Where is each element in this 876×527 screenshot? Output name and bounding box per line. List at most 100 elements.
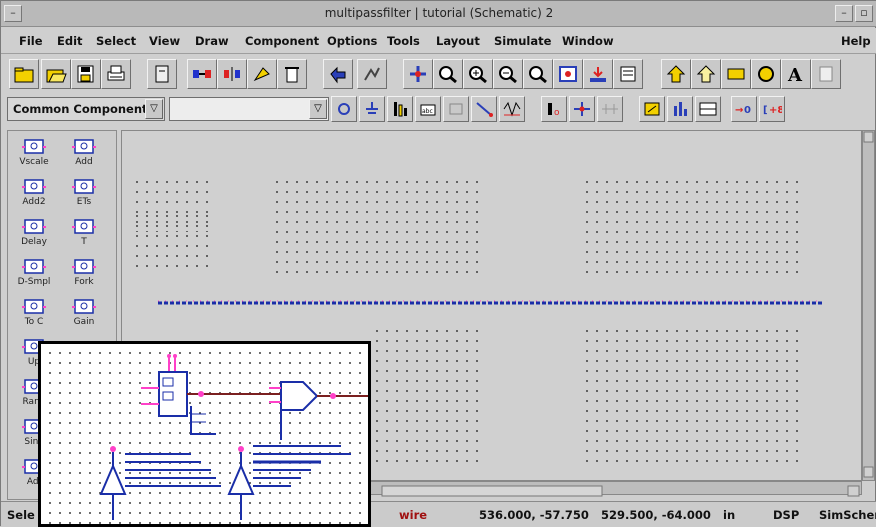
palette-item-label: Add <box>75 157 93 167</box>
inset-block-b[interactable] <box>280 381 319 411</box>
library-select[interactable]: Common Components ▽ <box>7 97 165 121</box>
svg-text:0: 0 <box>744 105 751 116</box>
vertical-scrollbar[interactable] <box>862 130 875 481</box>
inset-amp-b[interactable] <box>227 463 255 495</box>
menu-help[interactable]: Help <box>841 34 871 48</box>
palette-item-t[interactable]: T <box>62 215 106 255</box>
menu-component[interactable]: Component <box>245 34 319 48</box>
page-icon[interactable] <box>147 59 177 89</box>
waveform-icon[interactable] <box>499 96 525 122</box>
svg-text:[: [ <box>763 105 768 116</box>
palette-item-vscale[interactable]: Vscale <box>12 135 56 175</box>
library-select-value: Common Components <box>13 102 155 116</box>
properties-icon[interactable] <box>811 59 841 89</box>
zoom-out-icon[interactable] <box>493 59 523 89</box>
fork-icon <box>72 257 96 277</box>
minimize-button[interactable]: – <box>835 5 853 22</box>
table-icon[interactable] <box>695 96 721 122</box>
zoom-inset <box>38 341 371 527</box>
menu-view[interactable]: View <box>149 34 180 48</box>
status-app: SimSchem <box>819 508 876 522</box>
menu-tools[interactable]: Tools <box>387 34 420 48</box>
palette-item-gain[interactable]: Gain <box>62 295 106 335</box>
ground-icon[interactable] <box>359 96 385 122</box>
palette-item-to-c[interactable]: To C <box>12 295 56 335</box>
svg-text:+8: +8 <box>769 105 782 116</box>
mirror-v-icon[interactable] <box>217 59 247 89</box>
palette-item-add[interactable]: Add <box>62 135 106 175</box>
no-connect-icon[interactable] <box>597 96 623 122</box>
mirror-h-icon[interactable] <box>187 59 217 89</box>
menu-file[interactable]: File <box>19 34 43 48</box>
pin-icon[interactable]: [+8 <box>759 96 785 122</box>
undo-icon[interactable] <box>323 59 353 89</box>
redo-icon[interactable] <box>357 59 387 89</box>
downsample-icon <box>22 257 46 277</box>
open-folder-icon[interactable] <box>41 59 71 89</box>
inset-schematic <box>99 354 368 520</box>
palette-item-fork[interactable]: Fork <box>62 255 106 295</box>
save-icon[interactable] <box>71 59 101 89</box>
menu-window[interactable]: Window <box>562 34 614 48</box>
palette-item-ets[interactable]: ETs <box>62 175 106 215</box>
download-icon[interactable] <box>583 59 613 89</box>
rectangle-icon[interactable] <box>721 59 751 89</box>
add2-icon <box>22 177 46 197</box>
maximize-button[interactable]: ▫ <box>855 5 873 22</box>
print-icon[interactable] <box>101 59 131 89</box>
move-icon[interactable] <box>403 59 433 89</box>
bus-icon[interactable] <box>387 96 413 122</box>
zoom-page-icon[interactable] <box>553 59 583 89</box>
menu-edit[interactable]: Edit <box>57 34 83 48</box>
palette-item-label: ETs <box>76 197 92 207</box>
status-mode: wire <box>399 508 428 522</box>
circle-icon[interactable] <box>751 59 781 89</box>
palette-item-label: Gain <box>73 317 95 327</box>
library-dropdown-arrow-icon[interactable]: ▽ <box>145 99 163 119</box>
hierarchy-up-icon[interactable] <box>661 59 691 89</box>
palette-item-label: Vscale <box>19 157 49 167</box>
connect-icon[interactable]: → 0 <box>731 96 757 122</box>
schematic-window: – multipassfilter | tutorial (Schematic)… <box>0 0 876 527</box>
menu-options[interactable]: Options <box>327 34 377 48</box>
palette-item-label: Fork <box>74 277 94 287</box>
palette-item-delay[interactable]: Delay <box>12 215 56 255</box>
zoom-area-icon[interactable] <box>433 59 463 89</box>
hierarchy-down-icon[interactable] <box>691 59 721 89</box>
status-snap-coord: 529.500, -64.000 <box>601 508 711 522</box>
status-unit: in <box>723 508 736 522</box>
bar-chart-icon[interactable] <box>667 96 693 122</box>
palette-item-label: To C <box>24 317 44 327</box>
menu-simulate[interactable]: Simulate <box>494 34 551 48</box>
text-tool-icon[interactable]: A <box>781 59 811 89</box>
inset-amp-a[interactable] <box>99 463 127 495</box>
menu-layout[interactable]: Layout <box>436 34 480 48</box>
new-file-icon[interactable] <box>9 59 39 89</box>
menu-draw[interactable]: Draw <box>195 34 229 48</box>
palette-item-label: D-Smpl <box>17 277 51 287</box>
palette-item-add2[interactable]: Add2 <box>12 175 56 215</box>
rotate-icon[interactable] <box>247 59 277 89</box>
component-search-input[interactable]: ▽ <box>169 97 329 121</box>
palette-item-label: Add2 <box>22 197 46 207</box>
list-icon[interactable] <box>613 59 643 89</box>
component-dropdown-arrow-icon[interactable]: ▽ <box>309 99 327 119</box>
zoom-in-icon[interactable] <box>463 59 493 89</box>
delete-icon[interactable] <box>277 59 307 89</box>
net-label-icon[interactable]: abc <box>415 96 441 122</box>
junction-icon[interactable] <box>569 96 595 122</box>
palette-item-d-smpl[interactable]: D-Smpl <box>12 255 56 295</box>
gain-icon <box>72 297 96 317</box>
menu-select[interactable]: Select <box>96 34 136 48</box>
title-bar[interactable]: – multipassfilter | tutorial (Schematic)… <box>1 1 876 27</box>
status-domain: DSP <box>773 508 800 522</box>
zoom-fit-icon[interactable] <box>523 59 553 89</box>
add-icon <box>72 137 96 157</box>
palette-item-label: T <box>81 237 87 247</box>
port-icon[interactable] <box>443 96 469 122</box>
probe-icon[interactable]: o <box>541 96 567 122</box>
meter-icon[interactable] <box>639 96 665 122</box>
wire-loop-icon[interactable] <box>331 96 357 122</box>
diagonal-wire-icon[interactable] <box>471 96 497 122</box>
status-hint: Sele <box>7 508 35 522</box>
